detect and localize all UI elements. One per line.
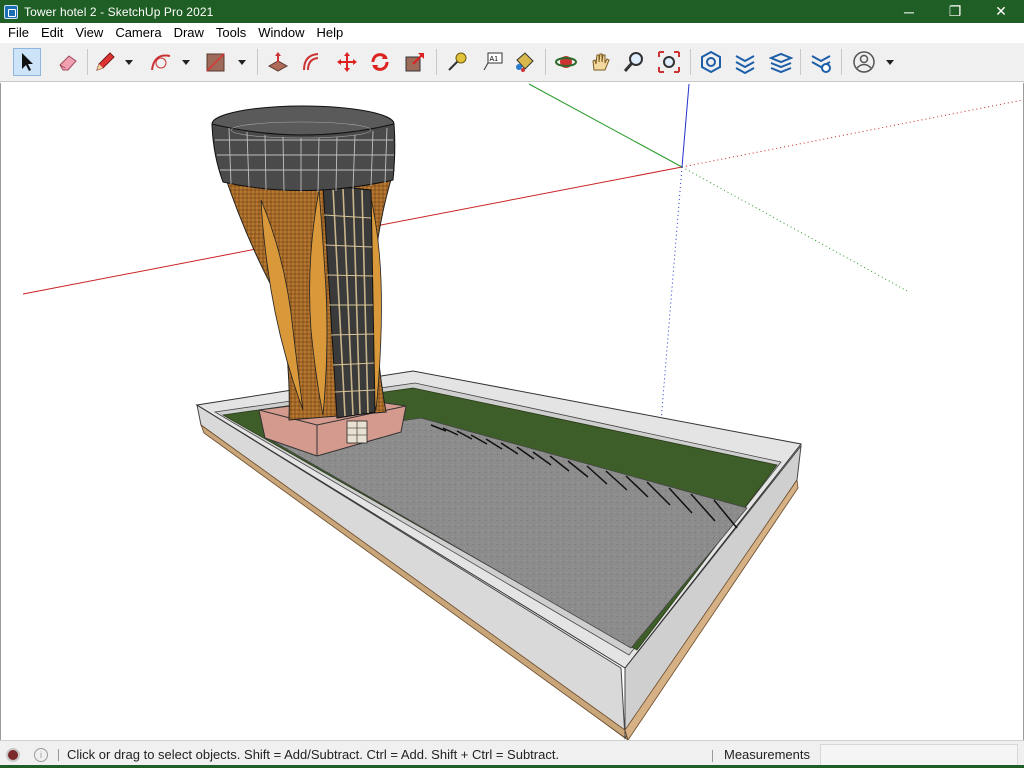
push-pull-icon xyxy=(267,52,289,72)
layout-icon xyxy=(769,52,793,74)
rotate-icon xyxy=(371,53,389,71)
toolbar-separator xyxy=(545,49,546,75)
title-bar: Tower hotel 2 - SketchUp Pro 2021 ─ ❐ ✕ xyxy=(0,0,1024,23)
eraser-icon xyxy=(59,55,77,71)
pencil-dropdown[interactable] xyxy=(123,48,135,76)
measurements-input[interactable] xyxy=(820,744,1018,766)
move-icon xyxy=(337,52,357,72)
status-separator xyxy=(58,748,59,761)
orbit-tool-button[interactable] xyxy=(552,48,580,76)
green-axis-negative xyxy=(681,166,910,293)
pencil-icon xyxy=(96,52,115,71)
green-axis xyxy=(528,83,683,168)
rotate-tool-button[interactable] xyxy=(366,48,394,76)
paint-bucket-icon xyxy=(516,52,534,72)
rectangle-dropdown[interactable] xyxy=(236,48,248,76)
blue-axis xyxy=(681,83,690,168)
select-tool-button[interactable] xyxy=(13,48,41,76)
menu-view[interactable]: View xyxy=(69,23,109,43)
status-bar: i Click or drag to select objects. Shift… xyxy=(0,740,1024,768)
zoom-extents-icon xyxy=(658,51,680,73)
minimize-button[interactable]: ─ xyxy=(886,0,932,23)
text-icon-label: A1 xyxy=(490,56,499,63)
move-tool-button[interactable] xyxy=(333,48,361,76)
select-icon xyxy=(22,53,33,71)
arc-dropdown[interactable] xyxy=(180,48,192,76)
warehouse-tool-button[interactable] xyxy=(697,48,725,76)
account-button[interactable] xyxy=(850,48,878,76)
extension-warehouse-icon xyxy=(735,55,755,74)
rectangle-tool-button[interactable] xyxy=(202,48,230,76)
info-icon[interactable]: i xyxy=(34,747,48,762)
arc-icon xyxy=(151,54,171,71)
status-hint: Click or drag to select objects. Shift =… xyxy=(67,747,560,762)
layout-tool-button[interactable] xyxy=(767,48,795,76)
pan-icon xyxy=(592,53,610,71)
toolbar-separator xyxy=(257,49,258,75)
sketchup-app-icon[interactable] xyxy=(4,4,18,19)
toolbar-separator xyxy=(87,49,88,75)
tape-measure-icon xyxy=(448,52,467,71)
menu-file[interactable]: File xyxy=(2,23,35,43)
menu-draw[interactable]: Draw xyxy=(168,23,210,43)
scale-icon xyxy=(405,53,424,72)
menu-bar: File Edit View Camera Draw Tools Window … xyxy=(0,23,1024,43)
warehouse-icon xyxy=(701,50,721,74)
model-viewport[interactable] xyxy=(0,83,1024,740)
orbit-icon xyxy=(555,56,577,68)
window-controls: ─ ❐ ✕ xyxy=(886,0,1024,23)
toolbar-separator xyxy=(690,49,691,75)
pan-tool-button[interactable] xyxy=(586,48,614,76)
extension-manager-icon xyxy=(811,55,831,73)
zoom-tool-button[interactable] xyxy=(620,48,648,76)
toolbar: A1 xyxy=(0,43,1024,82)
red-axis-negative xyxy=(681,99,1023,168)
menu-edit[interactable]: Edit xyxy=(35,23,69,43)
extension-warehouse-tool-button[interactable] xyxy=(731,48,759,76)
text-tool-button[interactable]: A1 xyxy=(478,48,506,76)
text-icon: A1 xyxy=(483,52,503,71)
toolbar-separator xyxy=(841,49,842,75)
geolocation-icon[interactable] xyxy=(6,747,20,762)
rectangle-icon xyxy=(206,53,225,72)
pencil-tool-button[interactable] xyxy=(91,48,119,76)
window-title: Tower hotel 2 - SketchUp Pro 2021 xyxy=(24,4,214,19)
zoom-extents-tool-button[interactable] xyxy=(655,48,683,76)
tape-measure-tool-button[interactable] xyxy=(443,48,471,76)
toolbar-separator xyxy=(436,49,437,75)
measurements-label: Measurements xyxy=(724,747,810,762)
menu-window[interactable]: Window xyxy=(252,23,310,43)
offset-tool-button[interactable] xyxy=(298,48,326,76)
scale-tool-button[interactable] xyxy=(401,48,429,76)
model-canvas[interactable] xyxy=(1,83,1023,740)
account-dropdown[interactable] xyxy=(884,48,896,76)
eraser-tool-button[interactable] xyxy=(54,48,82,76)
paint-bucket-tool-button[interactable] xyxy=(510,48,538,76)
extension-manager-tool-button[interactable] xyxy=(807,48,835,76)
menu-camera[interactable]: Camera xyxy=(109,23,167,43)
measurements-separator xyxy=(712,750,713,762)
menu-tools[interactable]: Tools xyxy=(210,23,252,43)
push-pull-tool-button[interactable] xyxy=(264,48,292,76)
arc-tool-button[interactable] xyxy=(147,48,175,76)
close-button[interactable]: ✕ xyxy=(978,0,1024,23)
maximize-button[interactable]: ❐ xyxy=(932,0,978,23)
zoom-icon xyxy=(623,52,643,72)
account-icon xyxy=(853,51,875,73)
menu-help[interactable]: Help xyxy=(311,23,350,43)
toolbar-separator xyxy=(800,49,801,75)
offset-icon xyxy=(303,53,319,71)
